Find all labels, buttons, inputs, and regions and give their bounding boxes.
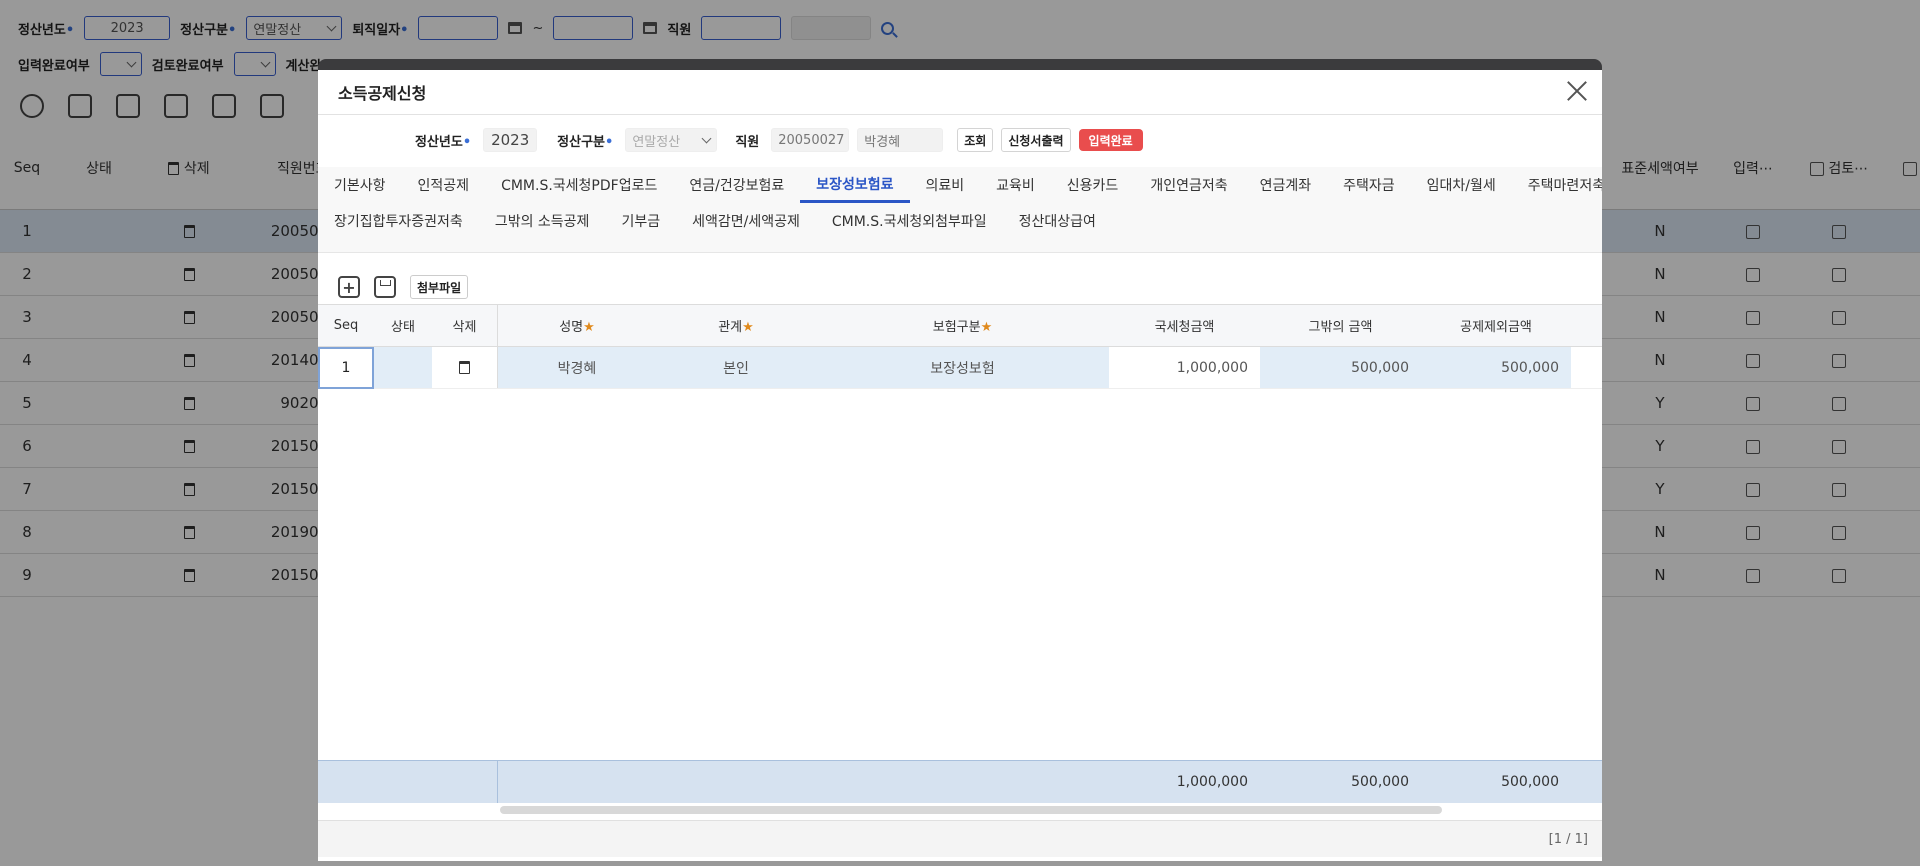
save-icon[interactable]	[374, 276, 396, 298]
insurance-type-cell[interactable]: 보장성보험	[816, 347, 1109, 388]
trash-icon[interactable]	[459, 361, 470, 374]
tab-item[interactable]: 주택자금	[1327, 167, 1411, 203]
status-badge: 입력완료	[1078, 129, 1143, 151]
relation-cell[interactable]: 본인	[656, 347, 816, 388]
totals-row: 1,000,000 500,000 500,000	[318, 760, 1602, 803]
grid-toolbar: + 첨부파일	[338, 275, 469, 299]
employee-name-field: 박경혜	[857, 128, 944, 152]
tab-item[interactable]: 보장성보험료	[800, 167, 910, 203]
modal-title: 소득공제신청	[338, 84, 427, 103]
modal-filter-bar: 정산년도• 2023 정산구분• 연말정산 직원 20050027 박경혜 조회…	[415, 128, 1143, 152]
tab-item[interactable]: 개인연금저축	[1134, 167, 1243, 203]
tab-item[interactable]: 의료비	[910, 167, 981, 203]
table-row[interactable]: 1 박경혜 본인 보장성보험 1,000,000 500,000 500,000	[318, 346, 1602, 389]
tab-item[interactable]: 연금계좌	[1244, 167, 1328, 203]
seq-cell[interactable]: 1	[318, 346, 374, 389]
add-icon[interactable]: +	[338, 276, 360, 298]
delete-cell[interactable]	[432, 347, 498, 388]
total-other-amount: 500,000	[1351, 774, 1409, 790]
close-icon[interactable]	[1566, 80, 1588, 102]
tab-item[interactable]: 연금/건강보험료	[673, 167, 800, 203]
page-indicator: [1 / 1]	[1548, 831, 1588, 847]
tab-item[interactable]: 장기집합투자증권저축	[318, 203, 479, 239]
tab-item[interactable]: 인적공제	[402, 167, 486, 203]
attach-file-button[interactable]: 첨부파일	[410, 275, 469, 299]
nts-amount-cell[interactable]: 1,000,000	[1109, 347, 1260, 388]
name-cell[interactable]: 박경혜	[498, 347, 656, 388]
tab-item[interactable]: 세액감면/세액공제	[676, 203, 816, 239]
modal-header: 소득공제신청	[318, 70, 1602, 115]
search-button[interactable]: 조회	[957, 128, 994, 152]
excluded-amount-cell[interactable]: 500,000	[1421, 347, 1571, 388]
tab-row-2: 장기집합투자증권저축 그밖의 소득공제 기부금 세액감면/세액공제 CMM.S.국세청외…	[318, 203, 1112, 239]
print-application-button[interactable]: 신청서출력	[1001, 128, 1071, 152]
horizontal-scrollbar[interactable]	[500, 806, 1442, 814]
status-cell	[374, 347, 432, 388]
employee-no-field: 20050027	[771, 128, 850, 152]
income-deduction-modal: 소득공제신청 정산년도• 2023 정산구분• 연말정산 직원 20050027…	[318, 59, 1602, 861]
settlement-type-select: 연말정산	[625, 128, 718, 152]
tab-item[interactable]: 신용카드	[1051, 167, 1135, 203]
pager: [1 / 1]	[318, 820, 1602, 857]
year-field: 2023	[483, 128, 538, 152]
tab-item[interactable]: 그밖의 소득공제	[479, 203, 606, 239]
tab-item[interactable]: CMM.S.국세청PDF업로드	[485, 167, 673, 203]
tab-row-1: 기본사항 인적공제 CMM.S.국세청PDF업로드 연금/건강보험료 보장성보험료 의료비…	[318, 167, 1602, 203]
tab-item[interactable]: 정산대상급여	[1003, 203, 1112, 239]
tab-item[interactable]: 교육비	[980, 167, 1051, 203]
total-excluded-amount: 500,000	[1501, 774, 1559, 790]
tab-item[interactable]: 주택마련저축	[1512, 167, 1602, 203]
tab-item[interactable]: CMM.S.국세청외첨부파일	[816, 203, 1003, 239]
insurance-grid: Seq 상태 삭제 성명★ 관계★ 보험구분★ 국세청금액 그밖의 금액 공제제…	[318, 304, 1602, 744]
chevron-down-icon	[701, 133, 712, 143]
tab-item[interactable]: 기부금	[605, 203, 676, 239]
total-nts-amount: 1,000,000	[1176, 774, 1248, 790]
deduction-tabs: 기본사항 인적공제 CMM.S.국세청PDF업로드 연금/건강보험료 보장성보험료 의료비…	[318, 167, 1602, 253]
grid-header: Seq 상태 삭제 성명★ 관계★ 보험구분★ 국세청금액 그밖의 금액 공제제…	[318, 305, 1602, 347]
tab-item[interactable]: 기본사항	[318, 167, 402, 203]
tab-item[interactable]: 임대차/월세	[1411, 167, 1512, 203]
other-amount-cell[interactable]: 500,000	[1260, 347, 1421, 388]
